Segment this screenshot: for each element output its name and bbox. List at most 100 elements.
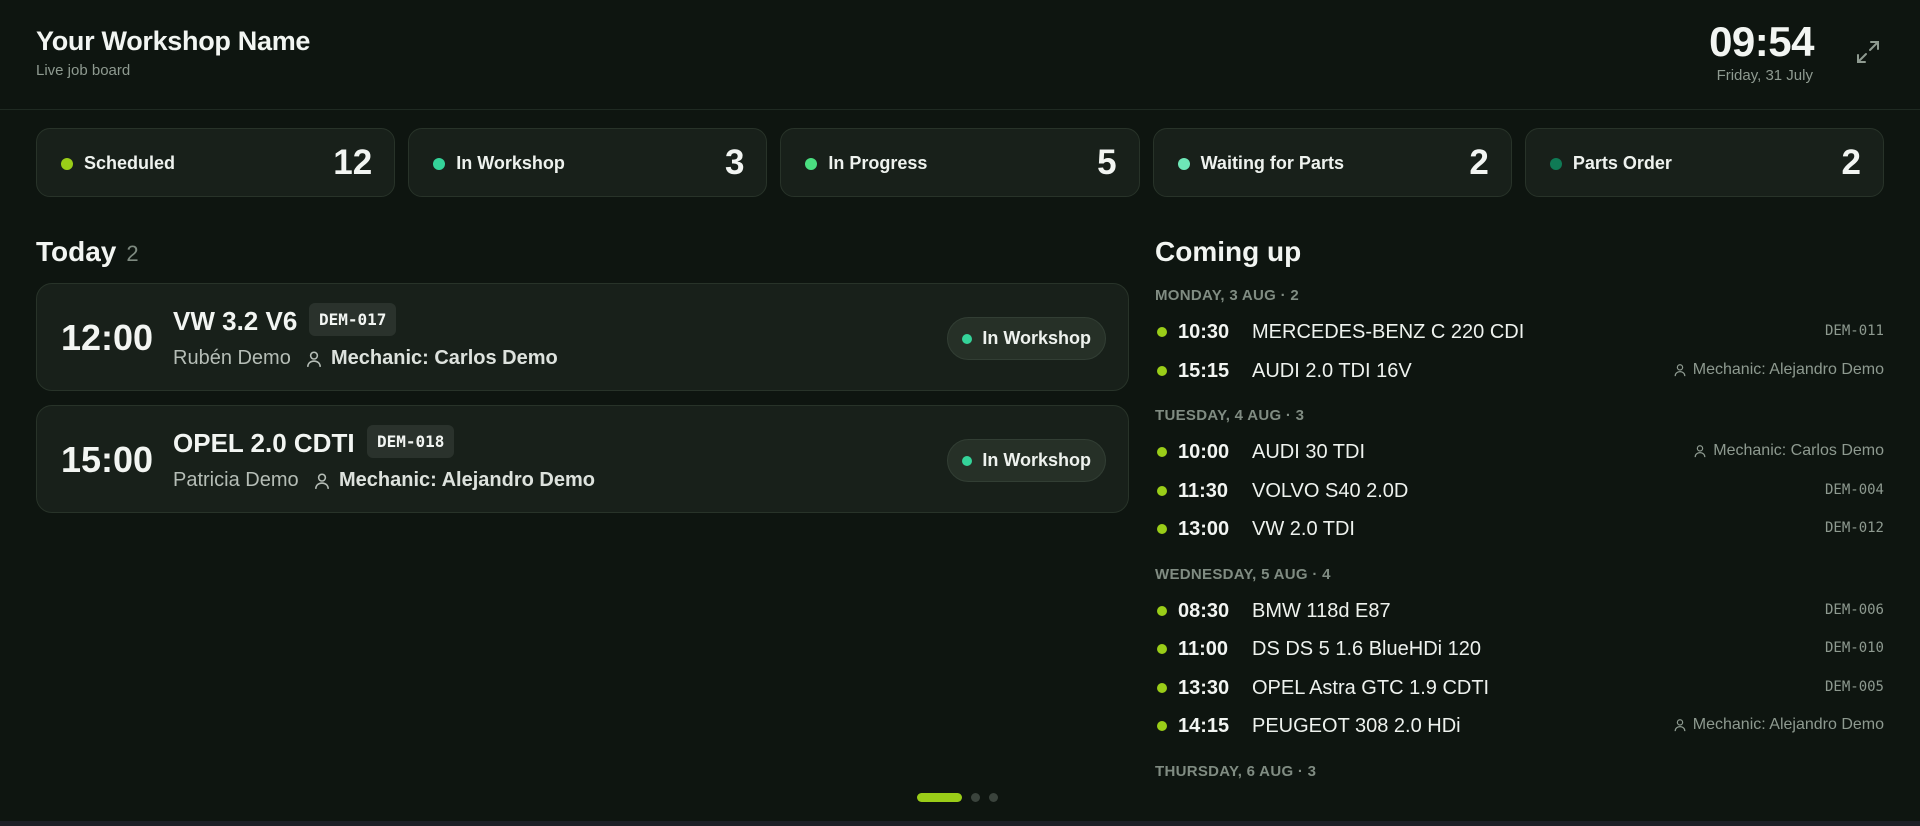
stat-card-parts-order[interactable]: Parts Order 2 [1524,128,1885,197]
plate-label: DEM-012 [1824,520,1884,536]
board-subtitle: Live job board [36,62,131,79]
stat-label: Scheduled [84,153,176,173]
mechanic-name: Mechanic: Alejandro Demo [339,469,595,491]
job-vehicle: AUDI 2.0 TDI 16V [1252,359,1412,382]
coming-up-heading: Coming up [1155,236,1302,267]
mechanic-name: Mechanic: Alejandro Demo [1692,360,1884,378]
status-dot [1157,682,1167,693]
job-mechanic: Mechanic: Carlos Demo [305,347,558,370]
stat-count: 5 [1097,143,1117,182]
status-label: In Workshop [982,450,1091,470]
job-mechanic: Mechanic: Alejandro Demo [313,469,595,492]
job-time: 10:30 [1178,321,1230,343]
person-icon [1674,363,1686,376]
stat-label: Waiting for Parts [1200,153,1344,173]
job-vehicle: BMW 118d E87 [1252,599,1391,622]
job-time: 14:15 [1178,715,1230,737]
today-count: 2 [126,241,139,266]
job-customer: Rubén Demo [173,347,291,369]
day-heading: MONDAY, 3 AUG · 2 [1155,287,1300,304]
upcoming-job[interactable]: 10:30 MERCEDES-BENZ C 220 CDI DEM-011 [1155,317,1884,347]
status-dot [962,334,973,344]
stat-card-in-progress[interactable]: In Progress 5 [780,128,1140,197]
status-dot [1157,524,1167,534]
status-badge: In Workshop [947,439,1106,482]
page-dot-3[interactable] [989,793,998,802]
stat-count: 12 [333,143,373,182]
stat-card-in-workshop[interactable]: In Workshop 3 [408,128,768,197]
stat-card-waiting-for-parts[interactable]: Waiting for Parts 2 [1152,128,1512,197]
clock-date: Friday, 31 July [1716,67,1813,84]
status-dot [1157,447,1167,457]
job-mechanic: Mechanic: Alejandro Demo [1673,361,1884,379]
stat-label: Parts Order [1572,153,1672,173]
status-label: In Workshop [982,328,1091,348]
status-dot [1157,327,1167,337]
stat-label: In Progress [828,153,928,173]
today-heading: Today 2 [36,236,139,268]
upcoming-job[interactable]: 11:30 VOLVO S40 2.0D DEM-004 [1155,476,1884,506]
upcoming-job[interactable]: 11:00 DS DS 5 1.6 BlueHDi 120 DEM-010 [1155,634,1884,664]
status-dot [1177,158,1190,170]
job-mechanic: Mechanic: Alejandro Demo [1673,716,1884,734]
page-dot-1[interactable] [917,793,962,802]
status-dot [1157,644,1167,654]
job-vehicle: VOLVO S40 2.0D [1252,479,1409,502]
mechanic-name: Mechanic: Carlos Demo [331,347,558,369]
job-customer: Patricia Demo [173,469,299,491]
plate-label: DEM-006 [1824,601,1884,618]
header: Your Workshop Name Live job board 09:54 … [0,0,1920,110]
status-dot [1157,605,1167,616]
job-time: 11:00 [1178,638,1229,660]
job-vehicle: DS DS 5 1.6 BlueHDi 120 [1252,638,1482,660]
stat-count: 3 [724,143,745,182]
today-title: Today [36,236,117,267]
upcoming-job[interactable]: 10:00 AUDI 30 TDI Mechanic: Carlos Demo [1155,437,1884,467]
job-vehicle: MERCEDES-BENZ C 220 CDI [1252,321,1525,343]
job-time: 13:30 [1178,676,1230,699]
person-icon [1694,445,1706,458]
upcoming-job[interactable]: 14:15 PEUGEOT 308 2.0 HDi Mechanic: Alejan… [1155,711,1884,741]
expand-icon [1857,41,1879,63]
page-dot-2[interactable] [971,793,980,802]
stat-card-scheduled[interactable]: Scheduled 12 [36,128,396,197]
person-icon [1674,719,1686,732]
upcoming-job[interactable]: 13:30 OPEL Astra GTC 1.9 CDTI DEM-005 [1155,673,1884,703]
job-time: 11:30 [1178,479,1229,502]
job-card[interactable]: 12:00 VW 3.2 V6 DEM-017 Rubén Demo Mechanic:… [36,283,1129,391]
status-dot [1157,365,1167,376]
plate-label: DEM-011 [1824,323,1884,339]
job-vehicle: OPEL 2.0 CDTI [173,428,355,458]
job-time: 10:00 [1178,441,1230,463]
job-mechanic: Mechanic: Carlos Demo [1693,442,1884,460]
job-time: 08:30 [1178,599,1230,622]
plate-label: DEM-005 [1824,678,1884,695]
person-icon [315,472,329,489]
plate-badge: DEM-018 [367,425,455,458]
mechanic-name: Mechanic: Alejandro Demo [1692,716,1884,733]
status-dot [962,456,973,466]
stat-count: 2 [1841,143,1862,182]
upcoming-job[interactable]: 15:15 AUDI 2.0 TDI 16V Mechanic: Alejandro… [1155,356,1884,386]
job-card[interactable]: 15:00 OPEL 2.0 CDTI DEM-018 Patricia Demo Me… [36,405,1129,513]
job-time: 15:00 [61,439,154,480]
person-icon [307,350,321,367]
job-time: 13:00 [1178,518,1230,540]
status-dot [1549,158,1562,170]
status-badge: In Workshop [947,317,1106,360]
day-heading: THURSDAY, 6 AUG · 3 [1155,762,1317,780]
stat-label: In Workshop [456,153,565,173]
status-dot [1157,721,1167,731]
stat-count: 2 [1469,143,1489,182]
status-dot [1157,485,1167,496]
job-time: 15:15 [1178,359,1230,382]
job-time: 12:00 [61,317,154,358]
job-vehicle: OPEL Astra GTC 1.9 CDTI [1252,676,1490,699]
upcoming-job[interactable]: 13:00 VW 2.0 TDI DEM-012 [1155,514,1884,544]
fullscreen-button[interactable] [1854,38,1882,66]
job-vehicle: VW 3.2 V6 [173,306,298,336]
workshop-name: Your Workshop Name [36,26,311,56]
page-indicator [917,793,998,802]
upcoming-job[interactable]: 08:30 BMW 118d E87 DEM-006 [1155,596,1884,626]
plate-label: DEM-004 [1824,481,1884,498]
